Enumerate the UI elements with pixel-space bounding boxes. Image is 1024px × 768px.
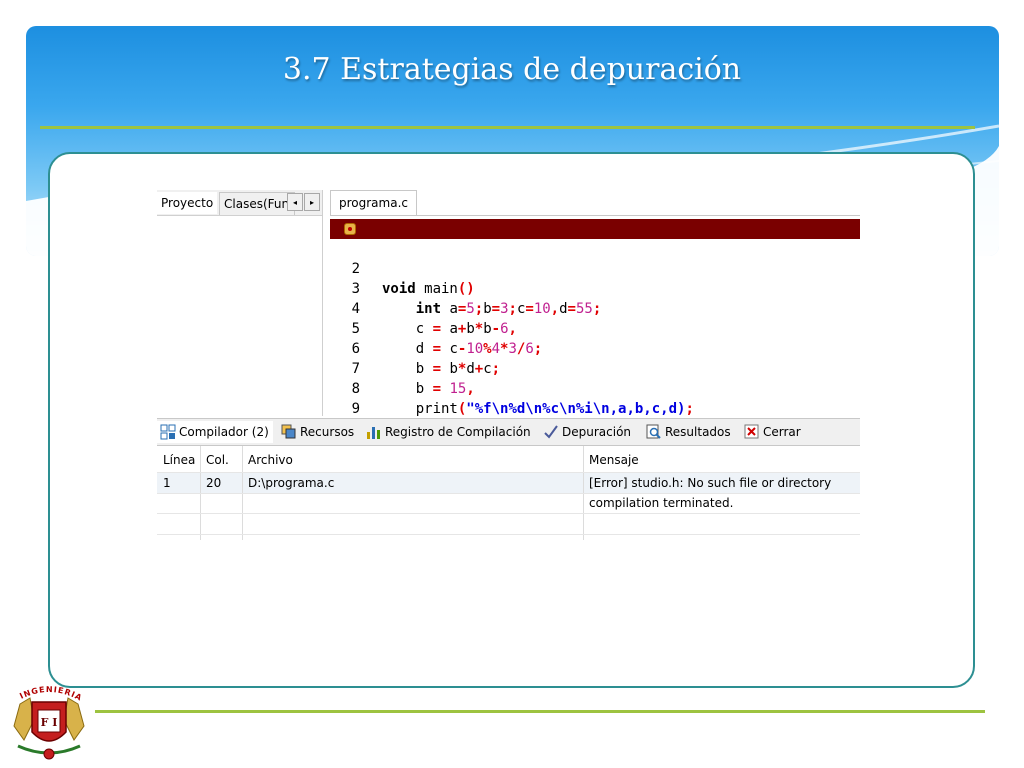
cell-col: 20 [206, 476, 222, 490]
column-header-col[interactable]: Col. [200, 450, 229, 470]
tab-label: Depuración [562, 425, 632, 439]
tab-proyecto[interactable]: Proyecto [157, 192, 218, 214]
ingenieria-logo: INGENIERIA F I [8, 680, 90, 764]
column-header-archivo[interactable]: Archivo [242, 450, 293, 470]
tab-scroll-right-icon[interactable]: ▸ [304, 193, 320, 211]
output-tabs: Compilador (2) Recursos Registro de Comp… [157, 418, 860, 446]
cell-message: compilation terminated. [589, 496, 734, 510]
code-line-4: 4 c = a+b*b-6, [330, 279, 860, 337]
title-divider [40, 126, 975, 129]
slide-title: 3.7 Estrategias de depuración [282, 52, 742, 87]
cell-file: D:\programa.c [248, 476, 335, 490]
code-editor[interactable]: #include <studio.h> 2 void main() 3 int … [330, 215, 860, 417]
tab-label: Registro de Compilación [385, 425, 531, 439]
bar-chart-icon [366, 424, 382, 440]
tab-cerrar[interactable]: Cerrar [741, 421, 805, 443]
code-line-2: 2 void main() [330, 239, 860, 297]
close-icon [744, 424, 760, 440]
error-marker-icon [344, 223, 356, 235]
grid-icon [160, 424, 176, 440]
tab-programa-c[interactable]: programa.c [330, 190, 417, 215]
code-line-10: 10 [330, 399, 860, 417]
project-panel: Proyecto Clases(Fun ◂ ▸ [157, 190, 323, 417]
search-doc-icon [646, 424, 662, 440]
tab-scroll-left-icon[interactable]: ◂ [287, 193, 303, 211]
tab-label: Cerrar [763, 425, 801, 439]
cell-line: 1 [163, 476, 171, 490]
tab-clases[interactable]: Clases(Fun [219, 192, 295, 216]
check-icon [543, 424, 559, 440]
row-divider [157, 534, 860, 535]
code-line-8: 8 print("%f\n%d\n%c\n%i\n,a,b,c,d); [330, 359, 860, 417]
code-line-7: 7 b = 15, [330, 339, 860, 397]
project-tree [157, 215, 322, 417]
tab-compilador[interactable]: Compilador (2) [157, 421, 273, 443]
code-line-6: 6 b = b*d+c; [330, 319, 860, 377]
tab-recursos[interactable]: Recursos [278, 421, 358, 443]
code-line-9: 9 return 0; [330, 379, 860, 417]
footer-divider [95, 710, 985, 713]
tab-label: Resultados [665, 425, 731, 439]
resources-icon [281, 424, 297, 440]
tab-label: Compilador (2) [179, 425, 269, 439]
tab-label: Recursos [300, 425, 355, 439]
row-divider [157, 513, 860, 514]
tab-resultados[interactable]: Resultados [643, 421, 735, 443]
compiler-messages-table: Línea Col. Archivo Mensaje 1 20 D:\progr… [157, 446, 860, 540]
tab-depuracion[interactable]: Depuración [540, 421, 635, 443]
code-line-3: 3 int a=5;b=3;c=10,d=55; [330, 259, 860, 317]
ide-screenshot: Proyecto Clases(Fun ◂ ▸ programa.c #incl… [157, 190, 860, 540]
code-line-1: #include <studio.h> [330, 219, 860, 277]
column-header-mensaje[interactable]: Mensaje [583, 450, 639, 470]
svg-text:F I: F I [41, 716, 58, 729]
column-header-linea[interactable]: Línea [157, 450, 195, 470]
tab-registro[interactable]: Registro de Compilación [363, 421, 535, 443]
code-line-5: 5 d = c-10%4*3/6; [330, 299, 860, 357]
row-divider [157, 493, 860, 494]
cell-message: [Error] studio.h: No such file or direct… [589, 476, 832, 490]
